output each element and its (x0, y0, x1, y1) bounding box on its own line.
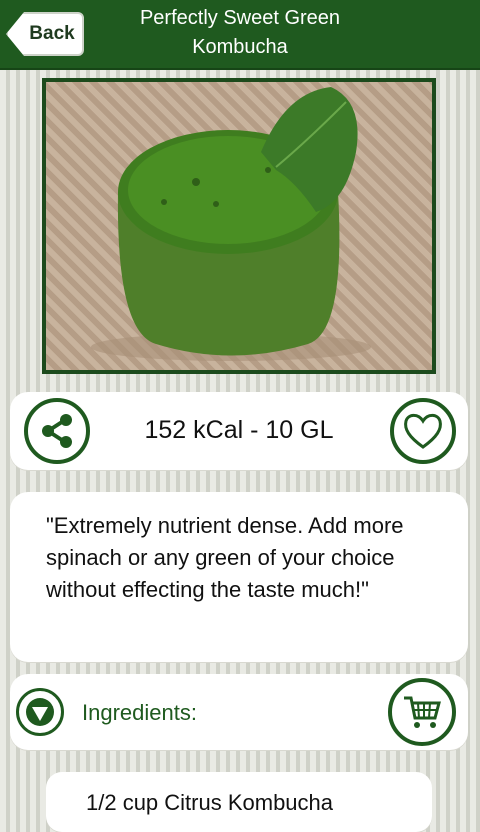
ingredient-item: 1/2 cup Citrus Kombucha (86, 790, 334, 815)
ingredients-toggle-button[interactable] (16, 688, 64, 736)
shopping-cart-icon (404, 696, 441, 728)
app-header: Back Perfectly Sweet Green Kombucha (0, 0, 480, 70)
share-button[interactable] (24, 398, 90, 464)
ingredients-label: Ingredients: (82, 700, 197, 725)
triangle-down-icon (26, 698, 54, 726)
back-button[interactable]: Back (6, 12, 84, 56)
smoothie-image (91, 87, 371, 361)
ingredients-header-card: Ingredients: (10, 674, 468, 750)
nutrition-stats: 152 kCal - 10 GL (144, 416, 334, 444)
description-card: "Extremely nutrient dense. Add more spin… (10, 492, 468, 662)
share-icon (42, 414, 72, 448)
stats-card: 152 kCal - 10 GL (10, 392, 468, 470)
add-to-cart-button[interactable] (388, 678, 456, 746)
recipe-photo (46, 82, 432, 370)
recipe-photo-frame (42, 78, 436, 374)
page-title: Perfectly Sweet Green Kombucha (139, 7, 341, 58)
recipe-quote: "Extremely nutrient dense. Add more spin… (46, 513, 404, 602)
favorite-button[interactable] (390, 398, 456, 464)
ingredients-list: 1/2 cup Citrus Kombucha (46, 772, 432, 832)
heart-icon (404, 413, 442, 449)
back-button-label: Back (29, 23, 75, 44)
